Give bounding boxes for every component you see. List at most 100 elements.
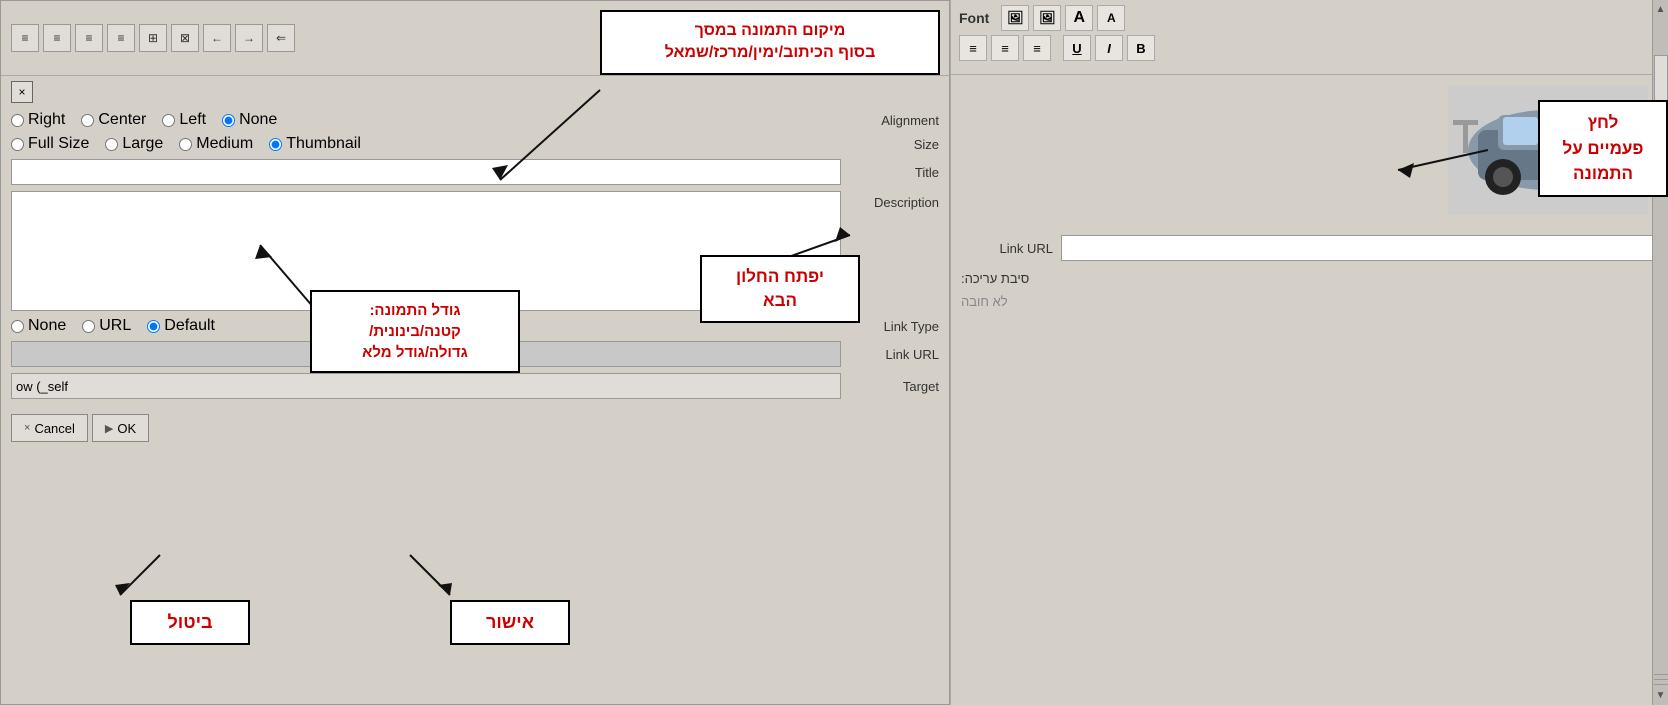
- close-button[interactable]: ×: [11, 81, 33, 103]
- size-thumbnail-label: Thumbnail: [286, 135, 361, 153]
- toolbar-btn-9[interactable]: ⇐: [267, 24, 295, 52]
- alignment-center-radio[interactable]: [81, 114, 94, 127]
- not-required-label: לא חובה: [961, 294, 1008, 309]
- right-toolbar: Font 🖼 🖼 A A ≡ ≡ ≡ U I B: [951, 0, 1668, 75]
- link-url-radio[interactable]: [82, 320, 95, 333]
- alignment-right[interactable]: Right: [11, 111, 65, 129]
- callout-image-position-line1: מיקום התמונה במסך: [695, 22, 846, 39]
- link-default[interactable]: Default: [147, 317, 215, 335]
- alignment-none-label: None: [239, 111, 277, 129]
- target-field-label: Target: [849, 379, 939, 394]
- toolbar-btn-2[interactable]: ≡: [43, 24, 71, 52]
- size-thumbnail-radio[interactable]: [269, 138, 282, 151]
- link-none[interactable]: None: [11, 317, 66, 335]
- size-section: Full Size Large Medium Thumbnail: [11, 135, 939, 153]
- hebrew-label-row: סיבת עריכה:: [961, 271, 1658, 286]
- main-container: ≡ ≡ ≡ ≡ ⊞ ⊠ ← → ⇐ × Right: [0, 0, 1668, 705]
- right-fields: Link URL סיבת עריכה: לא חובה: [961, 235, 1658, 309]
- bold-btn[interactable]: B: [1127, 35, 1155, 61]
- right-link-url-label: Link URL: [961, 241, 1061, 256]
- size-medium[interactable]: Medium: [179, 135, 253, 153]
- size-large[interactable]: Large: [105, 135, 163, 153]
- alignment-center-label: Center: [98, 111, 146, 129]
- alignment-right-label: Right: [28, 111, 65, 129]
- ok-label: OK: [117, 421, 136, 436]
- toolbar-btn-8[interactable]: →: [235, 24, 263, 52]
- size-medium-radio[interactable]: [179, 138, 192, 151]
- font-label: Font: [959, 10, 989, 26]
- size-thumbnail[interactable]: Thumbnail: [269, 135, 361, 153]
- size-full[interactable]: Full Size: [11, 135, 89, 153]
- image-icon-btn[interactable]: 🖼: [1001, 5, 1029, 31]
- font-size2-icon-btn[interactable]: A: [1097, 5, 1125, 31]
- callout-next-window-line1: יפתח החלון: [736, 267, 824, 286]
- link-default-radio[interactable]: [147, 320, 160, 333]
- title-section: Title: [11, 159, 939, 185]
- alignment-radios: Right Center Left None: [11, 111, 849, 129]
- toolbar-btn-5[interactable]: ⊞: [139, 24, 167, 52]
- callout-image-position: מיקום התמונה במסך בסוף הכיתוב/ימין/מרכז/…: [600, 10, 940, 75]
- callout-size-line2: קטנה/בינונית/: [369, 323, 461, 340]
- buttons-row: × Cancel ▶ OK: [11, 414, 939, 442]
- alignment-center[interactable]: Center: [81, 111, 146, 129]
- title-input[interactable]: [11, 159, 841, 185]
- description-field-label: Description: [849, 191, 939, 210]
- underline-btn[interactable]: U: [1063, 35, 1091, 61]
- link-none-label: None: [28, 317, 66, 335]
- size-radios: Full Size Large Medium Thumbnail: [11, 135, 849, 153]
- callout-cancel: ביטול: [130, 600, 250, 645]
- ok-button[interactable]: ▶ OK: [92, 414, 149, 442]
- right-toolbar-row-2: ≡ ≡ ≡ U I B: [959, 35, 1660, 61]
- alignment-left-radio[interactable]: [162, 114, 175, 127]
- toolbar-btn-4[interactable]: ≡: [107, 24, 135, 52]
- align-right-btn[interactable]: ≡: [1023, 35, 1051, 61]
- callout-size-line1: גודל התמונה:: [369, 302, 460, 319]
- toolbar-btn-6[interactable]: ⊠: [171, 24, 199, 52]
- scrollbar-line-1: [1654, 674, 1668, 675]
- underline-icon: U: [1072, 41, 1081, 56]
- right-link-url-row: Link URL: [961, 235, 1658, 261]
- image2-icon-btn[interactable]: 🖼: [1033, 5, 1061, 31]
- toolbar-btn-1[interactable]: ≡: [11, 24, 39, 52]
- alignment-right-radio[interactable]: [11, 114, 24, 127]
- link-url-label: URL: [99, 317, 131, 335]
- alignment-none[interactable]: None: [222, 111, 277, 129]
- callout-click-line1: לחץ: [1588, 113, 1619, 132]
- scrollbar-up-arrow[interactable]: ▲: [1656, 4, 1666, 15]
- cancel-button[interactable]: × Cancel: [11, 414, 88, 442]
- toolbar-btn-7[interactable]: ←: [203, 24, 231, 52]
- alignment-none-radio[interactable]: [222, 114, 235, 127]
- align-center-btn[interactable]: ≡: [991, 35, 1019, 61]
- align-left-btn[interactable]: ≡: [959, 35, 987, 61]
- alignment-left[interactable]: Left: [162, 111, 206, 129]
- callout-next-window-line2: הבא: [763, 291, 797, 310]
- scrollbar-line-3: [1654, 684, 1668, 685]
- scrollbar-down-arrow[interactable]: ▼: [1656, 690, 1666, 701]
- callout-ok: אישור: [450, 600, 570, 645]
- alignment-field-label: Alignment: [849, 113, 939, 128]
- callout-click-line3: התמונה: [1573, 164, 1633, 183]
- hebrew-label: סיבת עריכה:: [961, 271, 1029, 286]
- italic-btn[interactable]: I: [1095, 35, 1123, 61]
- scrollbar-line-2: [1654, 679, 1668, 680]
- size-full-radio[interactable]: [11, 138, 24, 151]
- callout-size-line3: גדולה/גודל מלא: [362, 344, 468, 361]
- size-full-label: Full Size: [28, 135, 89, 153]
- size-large-label: Large: [122, 135, 163, 153]
- callout-next-window: יפתח החלון הבא: [700, 255, 860, 323]
- link-none-radio[interactable]: [11, 320, 24, 333]
- link-url[interactable]: URL: [82, 317, 131, 335]
- toolbar-btn-3[interactable]: ≡: [75, 24, 103, 52]
- size-medium-label: Medium: [196, 135, 253, 153]
- size-large-radio[interactable]: [105, 138, 118, 151]
- right-toolbar-row-1: Font 🖼 🖼 A A: [959, 5, 1660, 31]
- font-size-icon-btn[interactable]: A: [1065, 5, 1093, 31]
- italic-icon: I: [1107, 41, 1111, 56]
- link-type-field-label: Link Type: [849, 319, 939, 334]
- right-link-url-input[interactable]: [1061, 235, 1658, 261]
- alignment-left-label: Left: [179, 111, 206, 129]
- callout-click-line2: פעמיים על: [1562, 139, 1643, 158]
- target-display: ow (_self: [11, 373, 841, 399]
- not-required-row: לא חובה: [961, 294, 1658, 309]
- callout-cancel-label: ביטול: [167, 612, 212, 632]
